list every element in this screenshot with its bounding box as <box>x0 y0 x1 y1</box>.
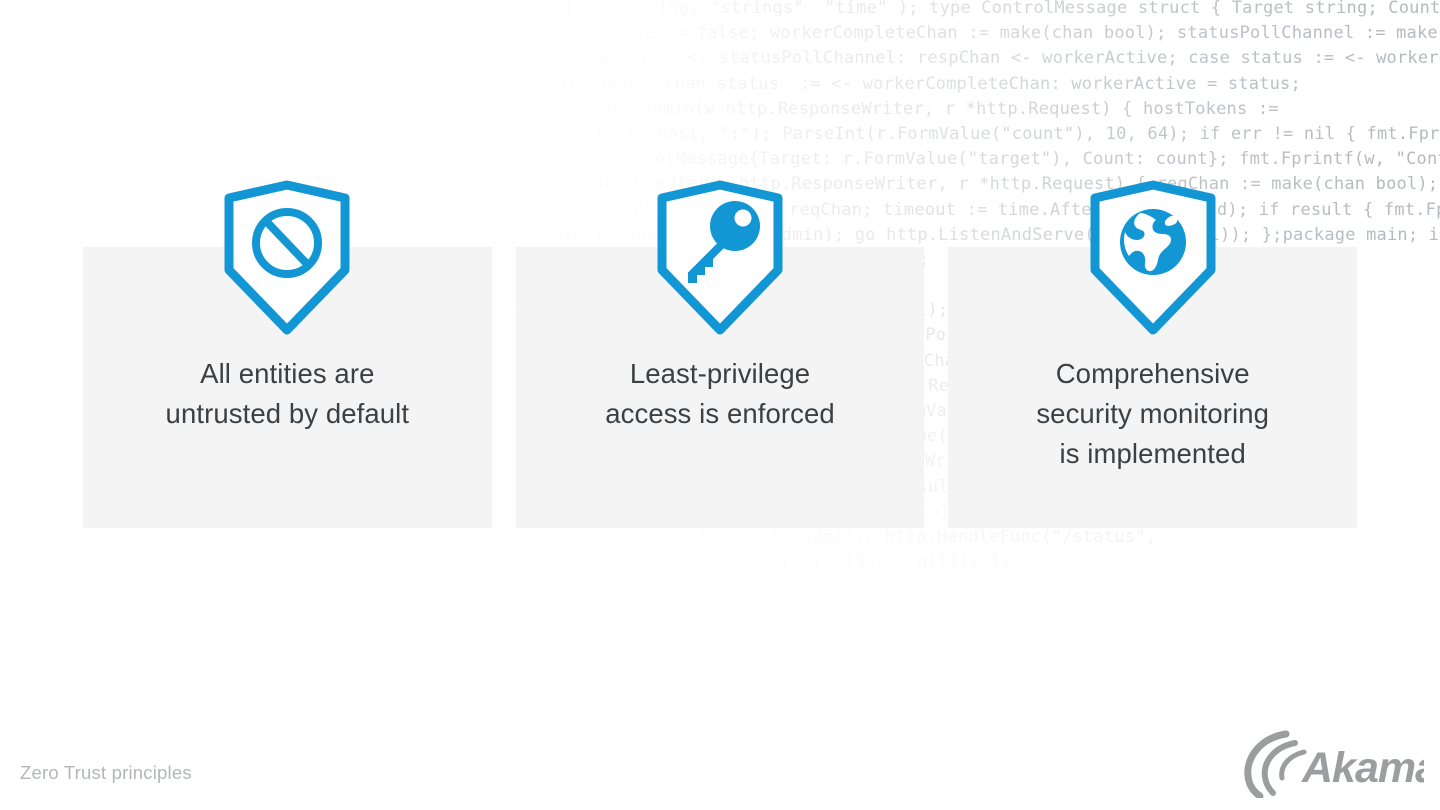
background-code-line: log.Fatal(http.ListenAndServe(":1337", n… <box>510 552 1011 573</box>
background-code-line: http.HandleFunc("/admin", admin); go htt… <box>500 224 1440 245</box>
shield-globe-icon <box>1085 180 1221 335</box>
background-code-line: func admin(w http.ResponseWriter, r *htt… <box>590 98 1279 119</box>
background-code-line: func statusHandler(w http.ResponseWriter… <box>520 174 1439 195</box>
svg-text:Akamai: Akamai <box>1301 744 1424 792</box>
background-code-line: ge = make(chan string, "strings" "time" … <box>470 0 1440 18</box>
principle-card-title: Comprehensive security monitoring is imp… <box>1036 358 1270 469</box>
background-code-line: http.HandleFunc("/admin", admin); http.H… <box>530 526 1157 547</box>
background-code-line: reqChan chan status := <- workerComplete… <box>560 73 1301 94</box>
background-code-line: case respChan := <- statusPollChannel: r… <box>510 48 1440 69</box>
principle-card-title: All entities are untrusted by default <box>165 358 410 429</box>
footer-caption: Zero Trust principles <box>20 762 192 783</box>
background-code-line: strings.Split(r.Host, ":"); ParseInt(r.F… <box>490 123 1440 144</box>
akamai-logo: Akamai <box>1238 726 1424 798</box>
shield-prohibition-icon <box>219 180 355 335</box>
background-code-line: cm := ControlMessage{Target: r.FormValue… <box>540 149 1440 170</box>
principle-card-monitoring: Comprehensive security monitoring is imp… <box>948 180 1358 528</box>
principles-card-row: All entities are untrusted by default Le… <box>83 180 1358 528</box>
principle-card-untrusted: All entities are untrusted by default <box>83 180 492 528</box>
principle-card-least-privilege: Least-privilege access is enforced <box>515 180 925 528</box>
principle-card-title: Least-privilege access is enforced <box>605 358 835 429</box>
shield-key-icon <box>652 180 788 335</box>
background-code-line: workerActive := false; workerCompleteCha… <box>530 23 1440 44</box>
background-code-line: statusPollChannel <- reqChan; timeout :=… <box>570 199 1440 220</box>
